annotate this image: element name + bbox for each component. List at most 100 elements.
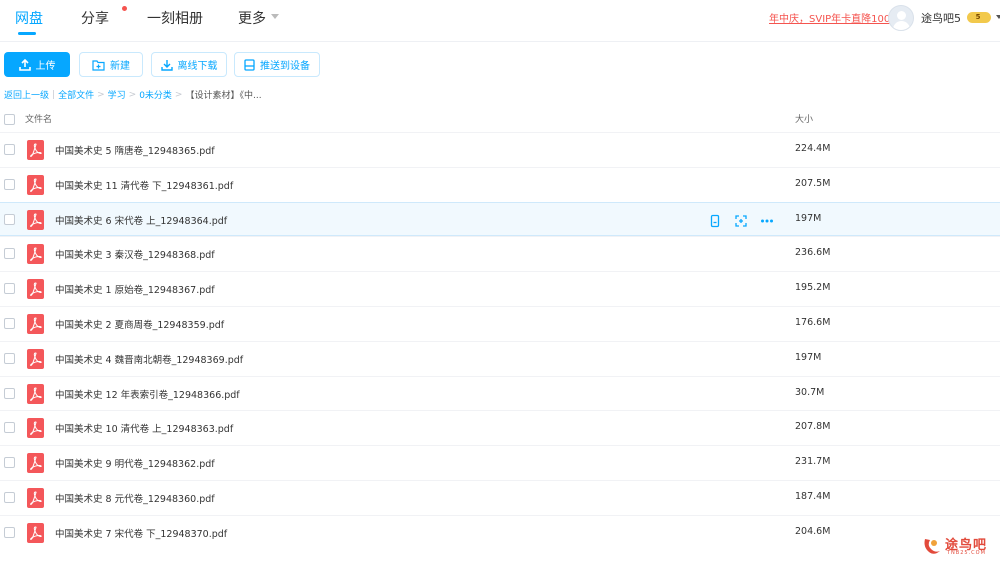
breadcrumb-current: 【设计素材】《中... (185, 91, 262, 101)
file-name[interactable]: 中国美术史 10 清代卷 上_12948363.pdf (55, 421, 233, 435)
column-header-name[interactable]: 文件名 (25, 112, 52, 125)
offline-download-button[interactable]: 离线下载 (151, 52, 227, 77)
watermark: 途鸟吧 TNB25.COM (921, 533, 995, 559)
pdf-icon (27, 279, 44, 300)
push-to-device-label: 推送到设备 (260, 61, 310, 72)
file-size: 207.8M (795, 421, 831, 433)
row-checkbox[interactable] (4, 213, 15, 225)
table-row[interactable]: 中国美术史 7 宋代卷 下_12948370.pdf 204.6M (0, 514, 1000, 550)
share-icon[interactable] (734, 213, 748, 227)
vip-badge: 5 (967, 12, 991, 23)
breadcrumb-back[interactable]: 返回上一级 (4, 88, 49, 101)
table-row[interactable]: 中国美术史 12 年表索引卷_12948366.pdf 30.7M (0, 375, 1000, 411)
avatar[interactable] (888, 5, 914, 31)
file-size: 207.5M (795, 177, 831, 189)
table-row[interactable]: 中国美术史 8 元代卷_12948360.pdf 187.4M (0, 480, 1000, 515)
breadcrumb-separator-icon: > (97, 89, 105, 100)
file-size: 236.6M (795, 247, 831, 259)
file-size: 197M (795, 212, 822, 224)
new-label: 新建 (110, 61, 130, 72)
row-checkbox[interactable] (4, 178, 15, 190)
username[interactable]: 途鸟吧5 (921, 10, 961, 26)
new-button[interactable]: 新建 (79, 52, 143, 77)
file-name[interactable]: 中国美术史 11 清代卷 下_12948361.pdf (55, 178, 233, 192)
offline-download-label: 离线下载 (177, 61, 218, 72)
file-size: 187.4M (795, 491, 831, 502)
column-header-size[interactable]: 大小 (795, 112, 813, 125)
upload-button[interactable]: 上传 (4, 52, 70, 77)
promo-link[interactable]: 年中庆，SVIP年卡直降100 (769, 10, 890, 25)
row-checkbox[interactable] (4, 492, 15, 503)
pdf-icon (27, 209, 44, 230)
breadcrumb-divider: | (52, 89, 56, 100)
file-size: 176.6M (795, 317, 831, 328)
row-checkbox[interactable] (4, 248, 15, 260)
table-row[interactable]: 中国美术史 3 秦汉卷_12948368.pdf 236.6M (0, 236, 1000, 271)
device-icon (244, 58, 255, 71)
file-size: 197M (795, 351, 822, 363)
file-name[interactable]: 中国美术史 1 原始卷_12948367.pdf (55, 282, 215, 296)
file-name[interactable]: 中国美术史 12 年表索引卷_12948366.pdf (55, 387, 240, 401)
file-size: 224.4M (795, 143, 831, 154)
more-icon[interactable] (760, 213, 774, 227)
tab-album[interactable]: 一刻相册 (147, 8, 203, 28)
file-name[interactable]: 中国美术史 5 隋唐卷_12948365.pdf (55, 143, 215, 157)
breadcrumb-separator-icon: > (174, 89, 183, 100)
table-row[interactable]: 中国美术史 9 明代卷_12948362.pdf 231.7M (0, 445, 1000, 480)
tab-netdisk[interactable]: 网盘 (15, 8, 43, 28)
breadcrumb-item[interactable]: 全部文件 (58, 88, 94, 101)
select-all-checkbox[interactable] (4, 114, 15, 125)
table-row[interactable]: 中国美术史 11 清代卷 下_12948361.pdf 207.5M (0, 166, 1000, 202)
table-row[interactable]: 中国美术史 5 隋唐卷_12948365.pdf 224.4M (0, 132, 1000, 167)
new-folder-icon (92, 59, 105, 71)
file-name[interactable]: 中国美术史 8 元代卷_12948360.pdf (55, 491, 215, 505)
chevron-down-icon[interactable] (271, 14, 279, 19)
upload-icon (18, 58, 31, 71)
avatar-head-shape (897, 11, 906, 20)
download-icon (160, 59, 173, 71)
active-tab-indicator (18, 32, 36, 35)
pdf-icon (27, 488, 44, 508)
pdf-icon (27, 174, 44, 195)
file-size: 204.6M (795, 525, 831, 537)
pdf-icon (27, 140, 44, 160)
table-row[interactable]: 中国美术史 4 魏晋南北朝卷_12948369.pdf 197M (0, 340, 1000, 376)
pdf-icon (27, 522, 44, 543)
file-name[interactable]: 中国美术史 7 宋代卷 下_12948370.pdf (55, 526, 227, 540)
breadcrumb-item[interactable]: 0未分类 (139, 88, 172, 101)
watermark-subtext: TNB25.COM (947, 550, 986, 556)
row-checkbox[interactable] (4, 422, 15, 434)
file-name[interactable]: 中国美术史 4 魏晋南北朝卷_12948369.pdf (55, 352, 243, 366)
file-name[interactable]: 中国美术史 6 宋代卷 上_12948364.pdf (55, 213, 227, 227)
file-name[interactable]: 中国美术史 3 秦汉卷_12948368.pdf (55, 247, 215, 261)
tab-more[interactable]: 更多 (238, 8, 266, 28)
push-to-device-button[interactable]: 推送到设备 (234, 52, 320, 77)
user-menu-chevron-icon[interactable] (996, 15, 1000, 19)
notification-dot (122, 6, 127, 11)
table-row[interactable]: 中国美术史 10 清代卷 上_12948363.pdf 207.8M (0, 410, 1000, 445)
breadcrumb-separator-icon: > (128, 89, 137, 100)
table-row[interactable]: 中国美术史 1 原始卷_12948367.pdf 195.2M (0, 271, 1000, 306)
file-size: 30.7M (795, 386, 825, 398)
row-checkbox[interactable] (4, 144, 15, 155)
row-checkbox[interactable] (4, 352, 15, 364)
pdf-icon (27, 314, 44, 334)
file-name[interactable]: 中国美术史 2 夏商周卷_12948359.pdf (55, 317, 224, 331)
file-size: 231.7M (795, 456, 831, 468)
table-row[interactable]: 中国美术史 6 宋代卷 上_12948364.pdf 197M (0, 201, 1000, 237)
row-checkbox[interactable] (4, 318, 15, 329)
file-size: 195.2M (795, 282, 831, 294)
top-nav: 网盘 分享 一刻相册 更多 年中庆，SVIP年卡直降100 途鸟吧5 5 (0, 0, 1000, 42)
tab-share[interactable]: 分享 (81, 8, 109, 28)
push-device-icon[interactable] (708, 213, 722, 227)
watermark-logo-icon (924, 539, 940, 554)
table-row[interactable]: 中国美术史 2 夏商周卷_12948359.pdf 176.6M (0, 306, 1000, 341)
row-checkbox[interactable] (4, 526, 15, 538)
row-checkbox[interactable] (4, 387, 15, 399)
pdf-icon (27, 418, 44, 439)
row-checkbox[interactable] (4, 457, 15, 469)
pdf-icon (27, 348, 44, 369)
row-checkbox[interactable] (4, 283, 15, 295)
breadcrumb-item[interactable]: 学习 (108, 88, 126, 101)
file-name[interactable]: 中国美术史 9 明代卷_12948362.pdf (55, 456, 215, 470)
